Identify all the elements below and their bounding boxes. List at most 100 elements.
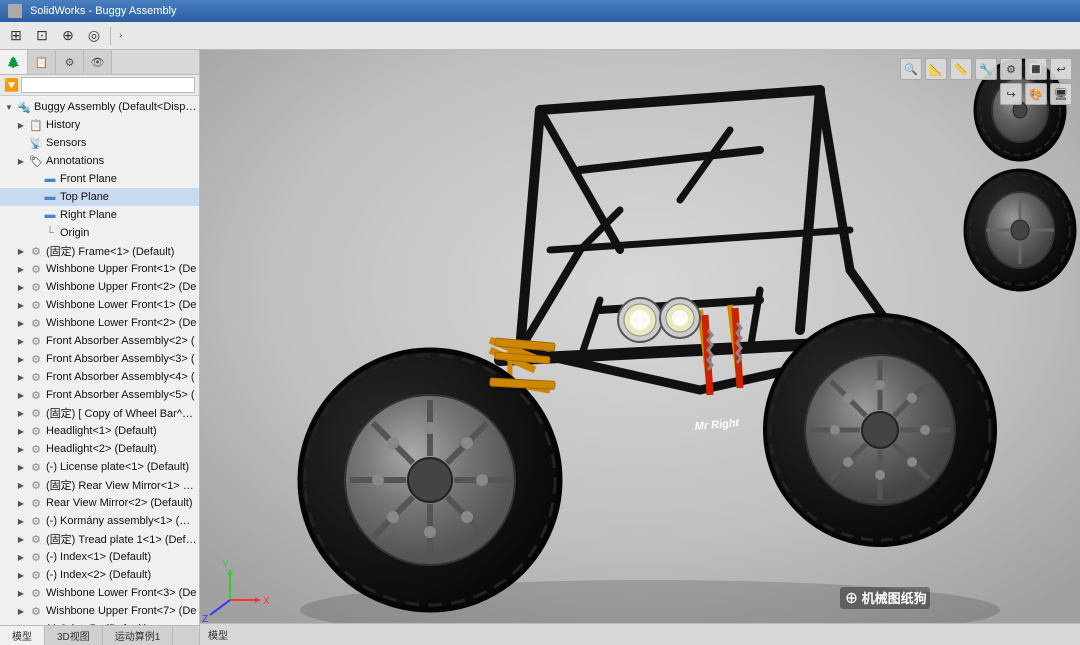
wl2-expand: ▶ <box>14 316 28 330</box>
tree-item-wishbone-upper2[interactable]: ▶ ⚙ Wishbone Upper Front<2> (De <box>0 278 199 296</box>
tree-item-sensors[interactable]: 📡 Sensors <box>0 134 199 152</box>
top-plane-label: Top Plane <box>60 191 109 203</box>
bottom-tab-3dview[interactable]: 3D视图 <box>45 626 103 645</box>
tree-item-index2[interactable]: ▶ ⚙ (-) Index<2> (Default) <box>0 566 199 584</box>
lp-icon: ⚙ <box>28 459 44 475</box>
kor-expand: ▶ <box>14 514 28 528</box>
tp-expand: ▶ <box>14 532 28 546</box>
tree-item-wishbone-lower1[interactable]: ▶ ⚙ Wishbone Lower Front<1> (De <box>0 296 199 314</box>
viewport-icon-undo[interactable]: ↩ <box>1050 58 1072 80</box>
viewport[interactable]: 🔍 📐 📏 🔧 ⚙ 🔳 ↩ ↪ 🎨 🖥 <box>200 50 1080 645</box>
viewport-icon-ruler[interactable]: 📏 <box>950 58 972 80</box>
panel-tab-display[interactable]: 👁 <box>84 50 112 74</box>
idx1-expand: ▶ <box>14 550 28 564</box>
rvm1-icon: ⚙ <box>28 477 44 493</box>
tree-item-wishbone-upper1[interactable]: ▶ ⚙ Wishbone Upper Front<1> (De <box>0 260 199 278</box>
frame1-expand: ▶ <box>14 244 28 258</box>
idx1-label: (-) Index<1> (Default) <box>46 551 151 563</box>
bottom-tab-model[interactable]: 模型 <box>0 626 45 645</box>
tree-item-wishbone-lower3[interactable]: ▶ ⚙ Wishbone Lower Front<3> (De <box>0 584 199 602</box>
tree-item-top-plane[interactable]: ▬ Top Plane <box>0 188 199 206</box>
tree-item-rvm2[interactable]: ▶ ⚙ Rear View Mirror<2> (Default) <box>0 494 199 512</box>
tree-item-annotations[interactable]: ▶ 🏷 Annotations <box>0 152 199 170</box>
root-icon: 🔩 <box>16 99 32 115</box>
hl2-icon: ⚙ <box>28 441 44 457</box>
title-bar: SolidWorks - Buggy Assembly <box>0 0 1080 22</box>
tree-item-wishbone-upper7[interactable]: ▶ ⚙ Wishbone Upper Front<7> (De <box>0 602 199 620</box>
tree-root-item[interactable]: ▼ 🔩 Buggy Assembly (Default<Display <box>0 98 199 116</box>
abs2-icon: ⚙ <box>28 333 44 349</box>
viewport-icon-measure[interactable]: 📐 <box>925 58 947 80</box>
filter-icon: 🔽 <box>4 78 19 92</box>
history-label: History <box>46 119 80 131</box>
abs4-label: Front Absorber Assembly<4> ( <box>46 371 195 383</box>
tree-item-headlight1[interactable]: ▶ ⚙ Headlight<1> (Default) <box>0 422 199 440</box>
front-plane-expand <box>28 172 42 186</box>
abs5-label: Front Absorber Assembly<5> ( <box>46 389 195 401</box>
panel-tab-config[interactable]: ⚙ <box>56 50 84 74</box>
viewport-icon-box[interactable]: 🔳 <box>1025 58 1047 80</box>
svg-text:X: X <box>263 596 270 607</box>
tree-item-history[interactable]: ▶ 📋 History <box>0 116 199 134</box>
tree-item-license[interactable]: ▶ ⚙ (-) License plate<1> (Default) <box>0 458 199 476</box>
wb-icon: ⚙ <box>28 405 44 421</box>
tree-item-index1[interactable]: ▶ ⚙ (-) Index<1> (Default) <box>0 548 199 566</box>
abs3-label: Front Absorber Assembly<3> ( <box>46 353 195 365</box>
origin-expand <box>28 226 42 240</box>
panel-tab-props[interactable]: 📋 <box>28 50 56 74</box>
tree-item-absorber2[interactable]: ▶ ⚙ Front Absorber Assembly<2> ( <box>0 332 199 350</box>
tree-item-tread[interactable]: ▶ ⚙ (固定) Tread plate 1<1> (Defau <box>0 530 199 548</box>
wl3-label: Wishbone Lower Front<3> (De <box>46 587 196 599</box>
wl1-icon: ⚙ <box>28 297 44 313</box>
abs2-expand: ▶ <box>14 334 28 348</box>
tree-item-absorber3[interactable]: ▶ ⚙ Front Absorber Assembly<3> ( <box>0 350 199 368</box>
viewport-icon-zoom[interactable]: 🔍 <box>900 58 922 80</box>
viewport-icon-wrench[interactable]: 🔧 <box>975 58 997 80</box>
status-text: 模型 <box>208 627 228 642</box>
svg-text:⊕ 机械图纸狗: ⊕ 机械图纸狗 <box>845 591 927 606</box>
viewport-icon-redo[interactable]: ↪ <box>1000 83 1022 105</box>
app-icon <box>8 4 22 18</box>
title-bar-icons <box>8 4 22 18</box>
wl3-expand: ▶ <box>14 586 28 600</box>
tree-item-right-plane[interactable]: ▬ Right Plane <box>0 206 199 224</box>
lp-expand: ▶ <box>14 460 28 474</box>
tree-item-rvm1[interactable]: ▶ ⚙ (固定) Rear View Mirror<1> (De <box>0 476 199 494</box>
feature-tree[interactable]: ▼ 🔩 Buggy Assembly (Default<Display ▶ 📋 … <box>0 96 199 625</box>
rvm2-icon: ⚙ <box>28 495 44 511</box>
toolbar-btn-grid[interactable]: ⊞ <box>4 25 28 47</box>
viewport-icon-color[interactable]: 🎨 <box>1025 83 1047 105</box>
hl2-expand: ▶ <box>14 442 28 456</box>
toolbar-expand-arrow[interactable]: › <box>115 28 126 43</box>
wu7-icon: ⚙ <box>28 603 44 619</box>
kor-label: (-) Kormány assembly<1> (Defi <box>46 515 197 527</box>
wl1-expand: ▶ <box>14 298 28 312</box>
tree-item-kormany[interactable]: ▶ ⚙ (-) Kormány assembly<1> (Defi <box>0 512 199 530</box>
tree-item-front-plane[interactable]: ▬ Front Plane <box>0 170 199 188</box>
sensors-icon: 📡 <box>28 135 44 151</box>
bottom-tab-motion[interactable]: 运动算例1 <box>103 626 174 645</box>
main-area: 🌲 📋 ⚙ 👁 🔽 ▼ 🔩 Buggy Assembly (Default<Di… <box>0 50 1080 645</box>
viewport-icon-settings[interactable]: ⚙ <box>1000 58 1022 80</box>
toolbar-btn-box[interactable]: ⊡ <box>30 25 54 47</box>
tree-item-frame1[interactable]: ▶ ⚙ (固定) Frame<1> (Default) <box>0 242 199 260</box>
toolbar-btn-circle[interactable]: ◎ <box>82 25 106 47</box>
viewport-icon-display[interactable]: 🖥 <box>1050 83 1072 105</box>
rvm2-label: Rear View Mirror<2> (Default) <box>46 497 193 509</box>
tree-item-wheelbar[interactable]: ▶ ⚙ (固定) [ Copy of Wheel Bar^Bug <box>0 404 199 422</box>
tree-item-absorber4[interactable]: ▶ ⚙ Front Absorber Assembly<4> ( <box>0 368 199 386</box>
toolbar-btn-add[interactable]: ⊕ <box>56 25 80 47</box>
viewport-toolbar: 🔍 📐 📏 🔧 ⚙ 🔳 ↩ ↪ 🎨 🖥 <box>892 58 1072 105</box>
abs3-icon: ⚙ <box>28 351 44 367</box>
panel-tab-tree[interactable]: 🌲 <box>0 50 28 74</box>
tree-item-origin[interactable]: └ Origin <box>0 224 199 242</box>
filter-input[interactable] <box>21 77 195 93</box>
tree-item-headlight2[interactable]: ▶ ⚙ Headlight<2> (Default) <box>0 440 199 458</box>
rvm2-expand: ▶ <box>14 496 28 510</box>
wb-label: (固定) [ Copy of Wheel Bar^Bug <box>46 405 197 421</box>
tree-item-absorber5[interactable]: ▶ ⚙ Front Absorber Assembly<5> ( <box>0 386 199 404</box>
tree-item-wishbone-lower2[interactable]: ▶ ⚙ Wishbone Lower Front<2> (De <box>0 314 199 332</box>
abs5-expand: ▶ <box>14 388 28 402</box>
idx1-icon: ⚙ <box>28 549 44 565</box>
tp-icon: ⚙ <box>28 531 44 547</box>
